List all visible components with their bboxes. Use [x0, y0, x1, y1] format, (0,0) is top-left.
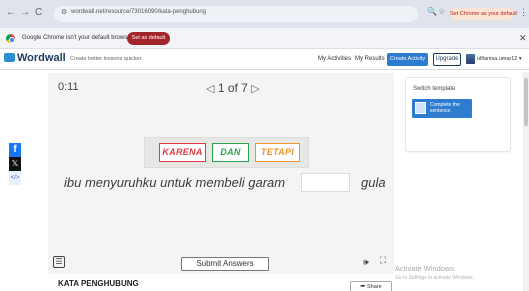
sentence-part-1: ibu menyuruhku untuk membeli garam	[64, 175, 286, 190]
set-as-default-button[interactable]: Set as default	[127, 32, 170, 45]
scrollbar-thumb[interactable]	[524, 78, 528, 126]
share-button[interactable]: ⮫ Share	[350, 281, 392, 291]
bookmark-star-icon[interactable]: ☆	[438, 7, 445, 16]
site-header: Wordwall Create better lessons quicker M…	[0, 50, 529, 70]
x-share-icon[interactable]: 𝕏	[9, 157, 21, 171]
switch-template-label: Switch template	[413, 86, 456, 92]
back-button[interactable]: ←	[6, 7, 16, 19]
tagline: Create better lessons quicker	[70, 56, 142, 62]
template-card[interactable]: Complete the sentence	[412, 99, 472, 118]
switch-template-panel: Switch template Complete the sentence	[405, 77, 511, 152]
activate-windows-subtext: Go to Settings to activate Windows.	[395, 275, 474, 281]
my-results-link[interactable]: My Results	[355, 56, 385, 62]
activate-windows-watermark: Activate Windows	[395, 264, 455, 273]
word-bank: KARENA DAN TETAPI	[144, 137, 309, 168]
page-scrollbar[interactable]	[523, 72, 529, 291]
template-name: Complete the sentence	[430, 102, 460, 114]
my-activities-link[interactable]: My Activities	[318, 56, 351, 62]
wordwall-logo-icon	[4, 53, 15, 62]
sound-icon[interactable]: 🕪	[363, 257, 369, 268]
menu-icon[interactable]: ☰	[53, 256, 65, 268]
create-activity-button[interactable]: Create Activity	[387, 53, 428, 66]
browser-toolbar: ← → C ⚙ wordwall.net/resource/73016090/k…	[0, 0, 529, 28]
fullscreen-icon[interactable]: ⛶	[380, 255, 386, 266]
wordwall-logo[interactable]: Wordwall	[4, 52, 66, 64]
chrome-logo-icon	[6, 34, 15, 43]
next-arrow-icon[interactable]: ▷	[251, 83, 259, 95]
infobar-message: Google Chrome isn't your default browser	[22, 35, 133, 41]
page-indicator: 1 of 7	[217, 81, 248, 95]
timer: 0:11	[58, 81, 79, 93]
address-bar[interactable]: ⚙ wordwall.net/resource/73016090/kata-pe…	[54, 6, 418, 22]
reload-button[interactable]: C	[35, 7, 42, 19]
word-tile-tetapi[interactable]: TETAPI	[255, 143, 300, 162]
logo-text: Wordwall	[17, 52, 66, 64]
share-sidebar	[0, 71, 43, 291]
upgrade-button[interactable]: Upgrade	[433, 53, 461, 66]
facebook-share-icon[interactable]: f	[9, 143, 21, 157]
activity-title: KATA PENGHUBUNG	[58, 279, 139, 288]
embed-icon[interactable]: </>	[9, 171, 21, 185]
submit-answers-button[interactable]: Submit Answers	[181, 257, 269, 271]
previous-arrow-icon[interactable]: ◁	[206, 83, 214, 95]
zoom-icon[interactable]: 🔍	[427, 7, 437, 16]
sentence-part-2: gula	[361, 175, 386, 190]
site-info-icon[interactable]: ⚙	[61, 8, 67, 16]
word-tile-dan[interactable]: DAN	[212, 143, 249, 162]
question-pager: ◁ 1 of 7 ▷	[206, 81, 260, 95]
forward-button[interactable]: →	[20, 7, 30, 19]
default-browser-infobar: Google Chrome isn't your default browser…	[0, 28, 529, 49]
user-menu[interactable]: ulfianisa.umar12 ▾	[477, 56, 522, 62]
set-default-chip[interactable]: Set Chrome as your default	[450, 8, 517, 20]
word-tile-karena[interactable]: KARENA	[159, 143, 206, 162]
sentence: ibu menyuruhku untuk membeli garam gula	[64, 173, 394, 195]
browser-menu-icon[interactable]: ⋮	[519, 7, 528, 18]
url-text: wordwall.net/resource/73016090/kata-peng…	[71, 9, 207, 15]
close-icon[interactable]: ✕	[519, 33, 527, 44]
game-frame: 0:11 ◁ 1 of 7 ▷ KARENA DAN TETAPI ibu me…	[48, 73, 394, 274]
avatar[interactable]	[466, 54, 475, 64]
template-thumbnail	[415, 102, 426, 114]
answer-blank[interactable]	[301, 173, 350, 192]
